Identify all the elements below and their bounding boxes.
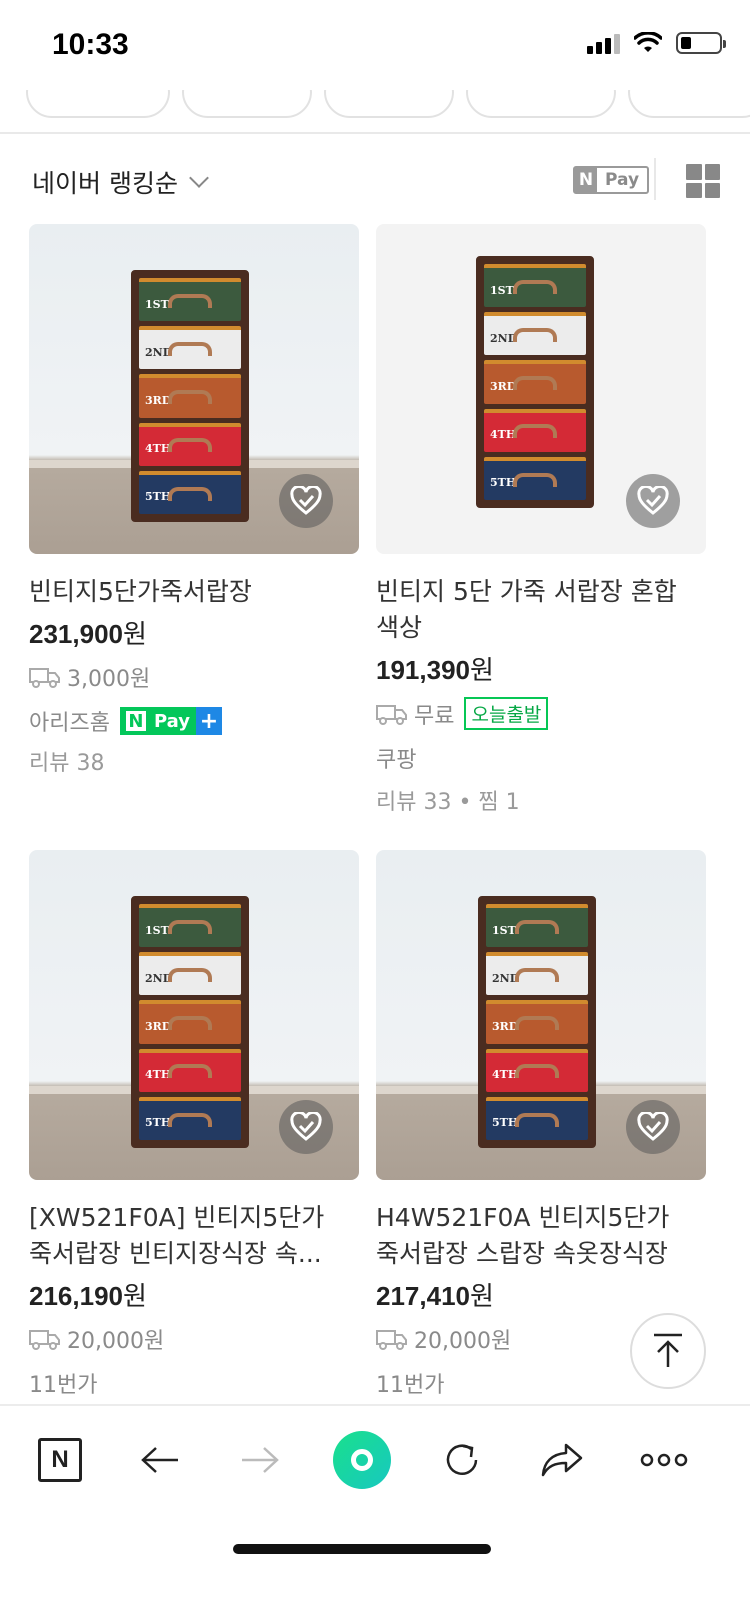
divider (654, 158, 656, 200)
seller-row: 11번가 (29, 1367, 359, 1399)
home-indicator[interactable] (233, 1544, 491, 1554)
cabinet-illustration: 1ST 2ND 3RD 4TH 5TH (476, 256, 594, 508)
shipping-fee: 3,000원 (67, 667, 151, 692)
heart-check-icon (637, 1112, 669, 1141)
product-title[interactable]: 빈티지 5단 가죽 서랍장 혼합 색상 (376, 574, 706, 646)
arrow-up-icon (654, 1333, 682, 1367)
seller-name[interactable]: 쿠팡 (376, 742, 416, 774)
naver-home-button[interactable]: N (28, 1428, 92, 1492)
status-icons (587, 32, 726, 54)
wishlist-button[interactable] (279, 1100, 333, 1154)
status-time: 10:33 (52, 28, 129, 61)
product-image[interactable]: 1ST 2ND 3RD 4TH 5TH (376, 850, 706, 1180)
npay-n-icon: N (575, 168, 597, 192)
truck-icon (29, 668, 60, 688)
status-bar: 10:33 (0, 0, 750, 90)
truck-icon (29, 1330, 60, 1350)
forward-button[interactable] (228, 1428, 292, 1492)
product-price: 191,390원 (376, 655, 494, 686)
shipping-fee: 20,000원 (414, 1329, 512, 1354)
green-dot-button[interactable] (330, 1428, 394, 1492)
seller-row: 쿠팡 (376, 742, 706, 774)
shipping-info: 무료 오늘출발 (376, 697, 706, 730)
cabinet-illustration: 1ST 2ND 3RD 4TH 5TH (131, 270, 249, 522)
cabinet-illustration: 1ST 2ND 3RD 4TH 5TH (478, 896, 596, 1148)
review-count[interactable]: 리뷰 38 (29, 745, 359, 777)
product-title[interactable]: [XW521F0A] 빈티지5단가 죽서랍장 빈티지장식장 속... (29, 1200, 359, 1272)
npay-filter-button[interactable]: N Pay (573, 166, 650, 194)
shipping-info: 3,000원 (29, 661, 359, 693)
shipping-info: 20,000원 (29, 1323, 359, 1355)
product-price: 217,410원 (376, 1281, 494, 1312)
product-price: 231,900원 (29, 619, 147, 650)
refresh-icon (446, 1444, 478, 1475)
product-image[interactable]: 1ST 2ND 3RD 4TH 5TH (29, 850, 359, 1180)
review-count[interactable]: 리뷰 33 • 찜 1 (376, 784, 706, 816)
product-title[interactable]: 빈티지5단가죽서랍장 (29, 574, 359, 610)
product-price: 216,190원 (29, 1281, 147, 1312)
share-button[interactable] (530, 1428, 594, 1492)
sort-dropdown[interactable]: 네이버 랭킹순 (32, 164, 209, 200)
truck-icon (376, 704, 407, 725)
wishlist-button[interactable] (626, 1100, 680, 1154)
product-card[interactable]: 1ST 2ND 3RD 4TH 5TH 빈티지5단가죽서랍장 231,900원 … (29, 224, 359, 777)
seller-name[interactable]: 11번가 (29, 1367, 97, 1399)
scroll-to-top-button[interactable] (630, 1313, 706, 1389)
sort-label: 네이버 랭킹순 (32, 169, 178, 198)
shipping-fee: 20,000원 (67, 1329, 165, 1354)
shipping-fee: 무료 (414, 703, 455, 729)
naver-n-icon: N (38, 1438, 82, 1482)
product-image[interactable]: 1ST 2ND 3RD 4TH 5TH (376, 224, 706, 554)
npay-filter-label: Pay (605, 170, 640, 190)
battery-icon (676, 32, 726, 54)
back-button[interactable] (128, 1428, 192, 1492)
heart-check-icon (637, 486, 669, 515)
arrow-right-icon (242, 1447, 279, 1473)
bottom-nav-bar: N (0, 1404, 750, 1624)
sort-bar: 네이버 랭킹순 N Pay (0, 134, 750, 230)
arrow-left-icon (141, 1447, 178, 1473)
refresh-button[interactable] (430, 1428, 494, 1492)
wifi-icon (634, 32, 662, 52)
more-button[interactable] (632, 1428, 696, 1492)
truck-icon (376, 1330, 407, 1350)
product-image[interactable]: 1ST 2ND 3RD 4TH 5TH (29, 224, 359, 554)
chevron-down-icon (189, 168, 209, 188)
cellular-signal-icon (587, 32, 620, 54)
seller-name[interactable]: 아리즈홈 (29, 705, 110, 737)
product-title[interactable]: H4W521F0A 빈티지5단가 죽서랍장 스랍장 속옷장식장 (376, 1200, 706, 1272)
cabinet-illustration: 1ST 2ND 3RD 4TH 5TH (131, 896, 249, 1148)
product-card[interactable]: 1ST 2ND 3RD 4TH 5TH [XW521F0A] 빈티지5단가 죽서… (29, 850, 359, 1399)
today-dispatch-badge: 오늘출발 (464, 697, 549, 730)
share-arrow-icon (541, 1443, 583, 1477)
wishlist-button[interactable] (626, 474, 680, 528)
heart-check-icon (290, 486, 322, 515)
grid-view-icon[interactable] (686, 164, 720, 198)
wishlist-button[interactable] (279, 474, 333, 528)
heart-check-icon (290, 1112, 322, 1141)
green-dot-icon (333, 1431, 391, 1489)
product-card[interactable]: 1ST 2ND 3RD 4TH 5TH 빈티지 5단 가죽 서랍장 혼합 색상 … (376, 224, 706, 816)
filter-chip-strip[interactable] (0, 84, 750, 134)
seller-name[interactable]: 11번가 (376, 1367, 444, 1399)
npay-plus-badge: N Pay + (119, 707, 223, 735)
more-dots-icon (640, 1453, 688, 1467)
seller-row: 아리즈홈 N Pay + (29, 705, 359, 737)
